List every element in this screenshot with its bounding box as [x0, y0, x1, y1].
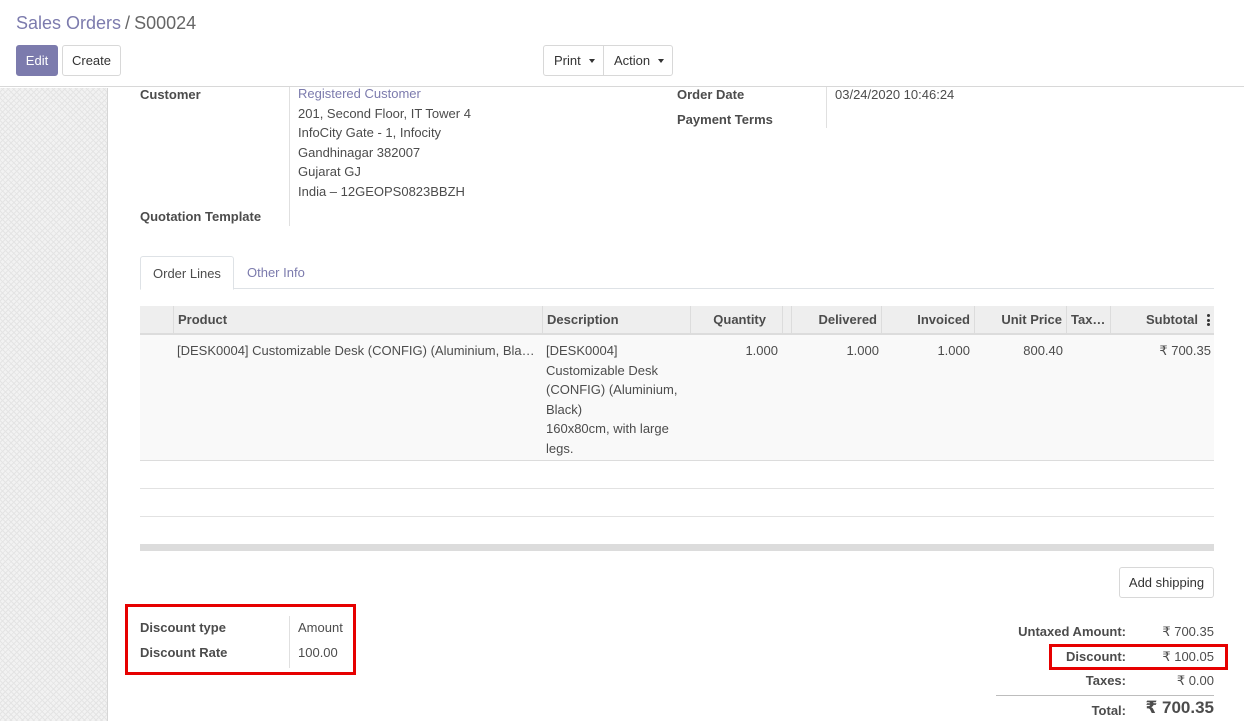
- untaxed-amount-label: Untaxed Amount:: [1018, 624, 1126, 639]
- cell-delivered: 1.000: [846, 343, 879, 358]
- address-line-3: Gandhinagar 382007: [298, 144, 421, 160]
- sheet-background-pattern: [0, 88, 108, 721]
- print-dropdown[interactable]: Print: [543, 45, 604, 76]
- control-panel: Sales Orders / S00024 Edit Create Print Ac…: [0, 0, 1244, 87]
- cell-description: [DESK0004] Customizable Desk (CONFIG) (A…: [546, 341, 686, 458]
- print-caret-icon: [588, 58, 595, 63]
- column-taxes[interactable]: Tax…: [1066, 306, 1110, 333]
- action-dropdown[interactable]: Action: [603, 45, 673, 76]
- discount-divider: [289, 616, 290, 668]
- address-line-5: India – 12GEOPS0823BBZH: [298, 183, 465, 199]
- customer-label: Customer: [140, 87, 201, 102]
- address-line-4: Gujarat GJ: [298, 164, 361, 179]
- order-date-label: Order Date: [677, 87, 745, 102]
- add-shipping-button[interactable]: Add shipping: [1119, 567, 1214, 598]
- discount-type-value: Amount: [298, 620, 343, 635]
- print-label: Print: [554, 53, 581, 68]
- edit-button[interactable]: Edit: [16, 45, 58, 76]
- description-line-5: 160x80cm, with large: [546, 421, 669, 436]
- empty-table-row: [140, 461, 1214, 489]
- column-delivered[interactable]: Delivered: [791, 306, 881, 333]
- address-line-1: 201, Second Floor, IT Tower 4: [298, 105, 471, 121]
- description-line-4: Black): [546, 401, 583, 417]
- description-line-2: Customizable Desk: [546, 362, 658, 378]
- column-description[interactable]: Description: [542, 306, 690, 333]
- description-line-1: [DESK0004]: [546, 343, 618, 358]
- cell-subtotal: ₹ 700.35: [1159, 343, 1211, 358]
- cell-unit-price: 800.40: [1023, 343, 1063, 358]
- tab-order-lines[interactable]: Order Lines: [140, 256, 234, 290]
- action-label: Action: [614, 53, 651, 68]
- table-horizontal-scrollbar[interactable]: [140, 544, 1214, 551]
- totals-divider: [996, 695, 1214, 696]
- cell-quantity: 1.000: [745, 343, 778, 358]
- breadcrumb-sales-orders[interactable]: Sales Orders: [16, 13, 121, 33]
- breadcrumb: Sales Orders / S00024: [16, 13, 196, 34]
- column-unit-price[interactable]: Unit Price: [974, 306, 1066, 333]
- empty-table-row: [140, 489, 1214, 517]
- discount-total-label: Discount:: [1066, 649, 1126, 664]
- discount-total-value: ₹ 100.05: [1162, 649, 1214, 664]
- customer-field: Registered Customer 201, Second Floor, I…: [298, 84, 471, 201]
- discount-rate-label: Discount Rate: [140, 645, 228, 660]
- description-line-6: legs.: [546, 440, 574, 456]
- untaxed-amount-value: ₹ 700.35: [1162, 624, 1214, 639]
- notebook-tabs: Order Lines Other Info: [140, 256, 1214, 290]
- customer-divider: [289, 87, 290, 226]
- address-line-2: InfoCity Gate - 1, Infocity: [298, 125, 442, 140]
- quotation-template-label: Quotation Template: [140, 209, 262, 224]
- discount-rate-value: 100.00: [298, 645, 338, 660]
- tab-other-info[interactable]: Other Info: [235, 256, 317, 289]
- table-row[interactable]: [DESK0004] Customizable Desk (CONFIG) (A…: [140, 335, 1214, 461]
- column-product[interactable]: Product: [173, 306, 542, 333]
- table-header: Product Description Quantity Delivered I…: [140, 306, 1214, 335]
- discount-highlight-box: [125, 604, 356, 675]
- action-caret-icon: [658, 58, 665, 63]
- column-options-icon[interactable]: [1207, 314, 1211, 326]
- customer-name-link[interactable]: Registered Customer: [298, 84, 471, 104]
- create-button[interactable]: Create: [62, 45, 121, 76]
- payment-terms-label: Payment Terms: [677, 112, 773, 127]
- breadcrumb-separator: /: [125, 13, 131, 33]
- discount-type-label: Discount type: [140, 620, 226, 635]
- taxes-label: Taxes:: [1085, 673, 1126, 688]
- description-line-3: (CONFIG) (Aluminium,: [546, 382, 678, 397]
- column-invoiced[interactable]: Invoiced: [881, 306, 974, 333]
- taxes-value: ₹ 0.00: [1176, 673, 1214, 688]
- cell-product: [DESK0004] Customizable Desk (CONFIG) (A…: [177, 343, 535, 358]
- order-date-value: 03/24/2020 10:46:24: [835, 87, 955, 102]
- cell-invoiced: 1.000: [937, 343, 970, 358]
- order-info-divider: [826, 87, 827, 128]
- breadcrumb-current: S00024: [134, 13, 197, 33]
- total-label: Total:: [1091, 703, 1126, 718]
- column-subtotal[interactable]: Subtotal: [1110, 306, 1202, 333]
- total-value: ₹ 700.35: [1145, 698, 1214, 717]
- column-quantity[interactable]: Quantity: [690, 306, 770, 333]
